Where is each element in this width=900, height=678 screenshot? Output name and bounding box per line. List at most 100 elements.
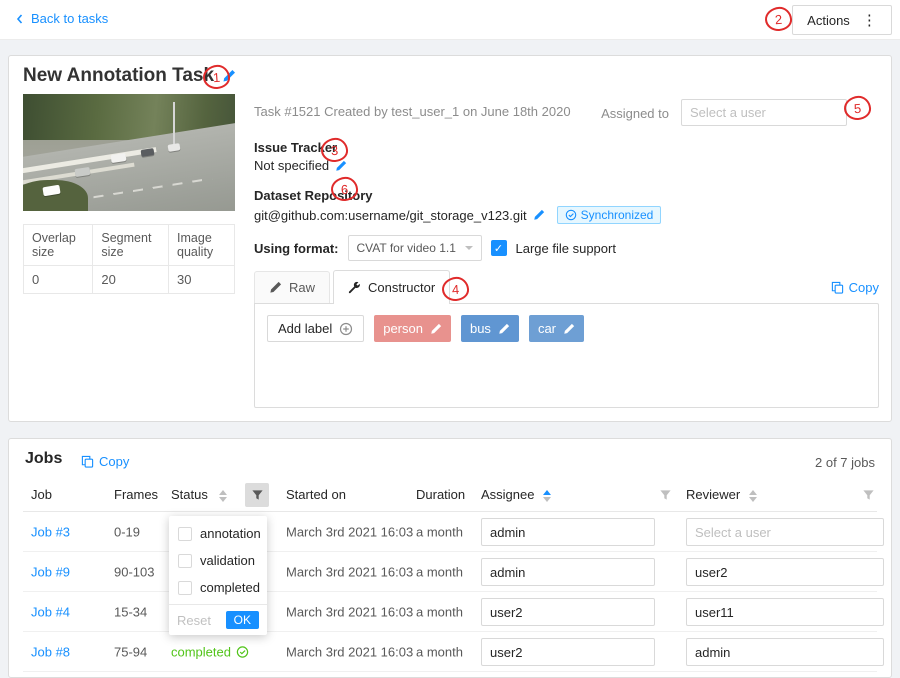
- column-status[interactable]: Status: [171, 487, 208, 502]
- job-link[interactable]: Job #4: [31, 604, 70, 619]
- assignee-select[interactable]: [481, 638, 655, 666]
- copy-labels-button[interactable]: Copy: [831, 280, 879, 295]
- task-params-table: Overlap size Segment size Image quality …: [23, 224, 235, 294]
- reviewer-select[interactable]: [686, 638, 884, 666]
- check-circle-icon: [565, 209, 577, 221]
- column-duration: Duration: [416, 487, 465, 502]
- task-assignee-select[interactable]: [681, 99, 847, 126]
- label-edit-icon[interactable]: [498, 323, 510, 335]
- dataset-repository-url: git@github.com:username/git_storage_v123…: [254, 208, 527, 223]
- frames-cell: 15-34: [114, 604, 147, 619]
- reviewer-filter-icon[interactable]: [862, 489, 875, 502]
- copy-jobs-button[interactable]: Copy: [81, 454, 129, 469]
- assignee-select[interactable]: [481, 518, 655, 546]
- status-cell: completed: [171, 644, 249, 659]
- tab-constructor[interactable]: Constructor: [333, 270, 450, 304]
- duration-cell: a month: [416, 644, 463, 659]
- status-filter-icon[interactable]: [245, 483, 269, 507]
- label-tag-bus[interactable]: bus: [461, 315, 519, 342]
- filter-option-completed[interactable]: completed: [169, 574, 267, 601]
- job-link[interactable]: Job #8: [31, 644, 70, 659]
- assignee-filter-icon[interactable]: [659, 489, 672, 502]
- annotation-number: 4: [451, 281, 459, 296]
- plus-circle-icon: [339, 322, 353, 336]
- job-link[interactable]: Job #9: [31, 564, 70, 579]
- started-cell: March 3rd 2021 16:03: [286, 604, 413, 619]
- assignee-select[interactable]: [481, 558, 655, 586]
- filter-reset-button[interactable]: Reset: [177, 613, 211, 628]
- filter-option-validation-label: validation: [200, 553, 255, 568]
- checkbox-annotation[interactable]: [178, 527, 192, 541]
- job-link[interactable]: Job #3: [31, 524, 70, 539]
- label-tag-person[interactable]: person: [374, 315, 451, 342]
- param-header-segment: Segment size: [93, 225, 169, 266]
- caret-down-icon: [749, 497, 757, 502]
- param-header-overlap: Overlap size: [24, 225, 93, 266]
- status-completed-text: completed: [171, 644, 231, 659]
- task-meta: Task #1521 Created by test_user_1 on Jun…: [254, 104, 571, 119]
- filter-ok-button[interactable]: OK: [226, 611, 259, 629]
- annotation-number: 5: [853, 100, 861, 115]
- reviewer-select[interactable]: [686, 598, 884, 626]
- copy-icon: [81, 455, 94, 468]
- large-file-checkbox[interactable]: ✓: [491, 240, 507, 256]
- caret-up-icon: [543, 490, 551, 495]
- started-cell: March 3rd 2021 16:03: [286, 644, 413, 659]
- column-assignee[interactable]: Assignee: [481, 487, 534, 502]
- actions-label: Actions: [807, 13, 850, 28]
- caret-down-icon: [219, 497, 227, 502]
- reviewer-select[interactable]: [686, 518, 884, 546]
- started-cell: March 3rd 2021 16:03: [286, 524, 413, 539]
- status-filter-dropdown: annotation validation completed Reset OK: [169, 516, 267, 635]
- caret-up-icon: [749, 490, 757, 495]
- column-frames: Frames: [114, 487, 158, 502]
- format-select[interactable]: CVAT for video 1.1: [348, 235, 482, 261]
- copy-jobs-label: Copy: [99, 454, 129, 469]
- label-tag-car[interactable]: car: [529, 315, 584, 342]
- task-title: New Annotation Task: [23, 65, 214, 87]
- tab-constructor-label: Constructor: [368, 280, 435, 295]
- back-label: Back to tasks: [31, 11, 108, 26]
- filter-option-annotation[interactable]: annotation: [169, 520, 267, 547]
- filter-option-validation[interactable]: validation: [169, 547, 267, 574]
- preview-light-pole: [173, 102, 175, 148]
- format-select-value: CVAT for video 1.1: [357, 241, 456, 255]
- copy-icon: [831, 281, 844, 294]
- sync-badge-label: Synchronized: [581, 208, 654, 222]
- back-to-tasks-link[interactable]: Back to tasks: [14, 11, 108, 26]
- add-label-button[interactable]: Add label: [267, 315, 364, 342]
- check-circle-icon: [236, 645, 249, 658]
- edit-repository-icon[interactable]: [533, 209, 545, 221]
- annotation-number: 2: [774, 11, 782, 26]
- jobs-title: Jobs: [25, 450, 62, 468]
- caret-up-icon: [219, 490, 227, 495]
- pencil-icon: [269, 281, 282, 294]
- frames-cell: 90-103: [114, 564, 154, 579]
- assignee-select[interactable]: [481, 598, 655, 626]
- task-details-panel: New Annotation Task Overlap size Segment…: [8, 55, 892, 422]
- label-tag-bus-name: bus: [470, 321, 491, 336]
- tab-raw[interactable]: Raw: [254, 271, 330, 303]
- reviewer-sorter[interactable]: [749, 490, 757, 502]
- tab-raw-label: Raw: [289, 280, 315, 295]
- label-edit-icon[interactable]: [430, 323, 442, 335]
- column-reviewer[interactable]: Reviewer: [686, 487, 740, 502]
- assignee-sorter[interactable]: [543, 490, 551, 502]
- param-value-quality: 30: [169, 266, 235, 294]
- frames-cell: 0-19: [114, 524, 140, 539]
- annotation-number: 3: [330, 142, 338, 157]
- issue-tracker-value: Not specified: [254, 158, 329, 173]
- checkbox-validation[interactable]: [178, 554, 192, 568]
- column-job: Job: [31, 487, 52, 502]
- status-sorter[interactable]: [219, 490, 227, 502]
- label-edit-icon[interactable]: [563, 323, 575, 335]
- build-icon: [348, 281, 361, 294]
- param-header-quality: Image quality: [169, 225, 235, 266]
- using-format-label: Using format:: [254, 241, 339, 256]
- chevron-left-icon: [14, 13, 26, 25]
- dataset-repository-row: git@github.com:username/git_storage_v123…: [254, 206, 661, 224]
- jobs-count: 2 of 7 jobs: [815, 455, 875, 470]
- actions-button[interactable]: Actions ⋮: [792, 5, 892, 35]
- checkbox-completed[interactable]: [178, 581, 192, 595]
- reviewer-select[interactable]: [686, 558, 884, 586]
